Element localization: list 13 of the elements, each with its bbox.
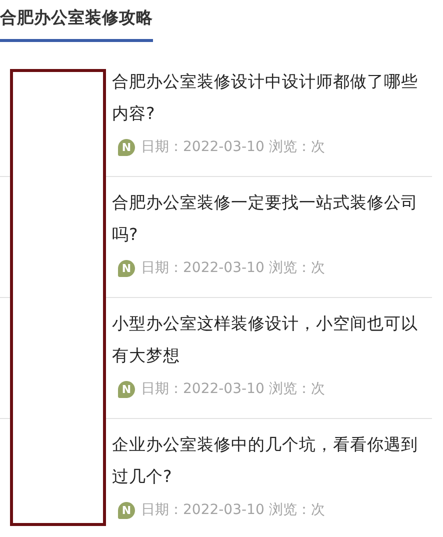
author-badge: N: [118, 260, 135, 276]
article-meta: 日期：2022-03-10 浏览：次: [141, 501, 325, 519]
author-badge: N: [118, 502, 135, 518]
author-badge: N: [118, 138, 135, 156]
article-link[interactable]: 合肥办公室装修一定要找一站式装修公司吗?: [112, 187, 434, 251]
article-meta: 日期：2022-03-10 浏览：次: [141, 138, 325, 156]
article-link[interactable]: 合肥办公室装修设计中设计师都做了哪些内容?: [112, 66, 434, 130]
article-link[interactable]: 小型办公室这样装修设计，小空间也可以有大梦想: [112, 308, 434, 372]
article-meta: 日期：2022-03-10 浏览：次: [141, 380, 325, 398]
section-title: 合肥办公室装修攻略: [0, 0, 153, 42]
article-meta: 日期：2022-03-10 浏览：次: [141, 259, 325, 277]
author-badge: N: [118, 380, 135, 398]
article-link[interactable]: 企业办公室装修中的几个坑，看看你遇到过几个?: [112, 429, 434, 493]
